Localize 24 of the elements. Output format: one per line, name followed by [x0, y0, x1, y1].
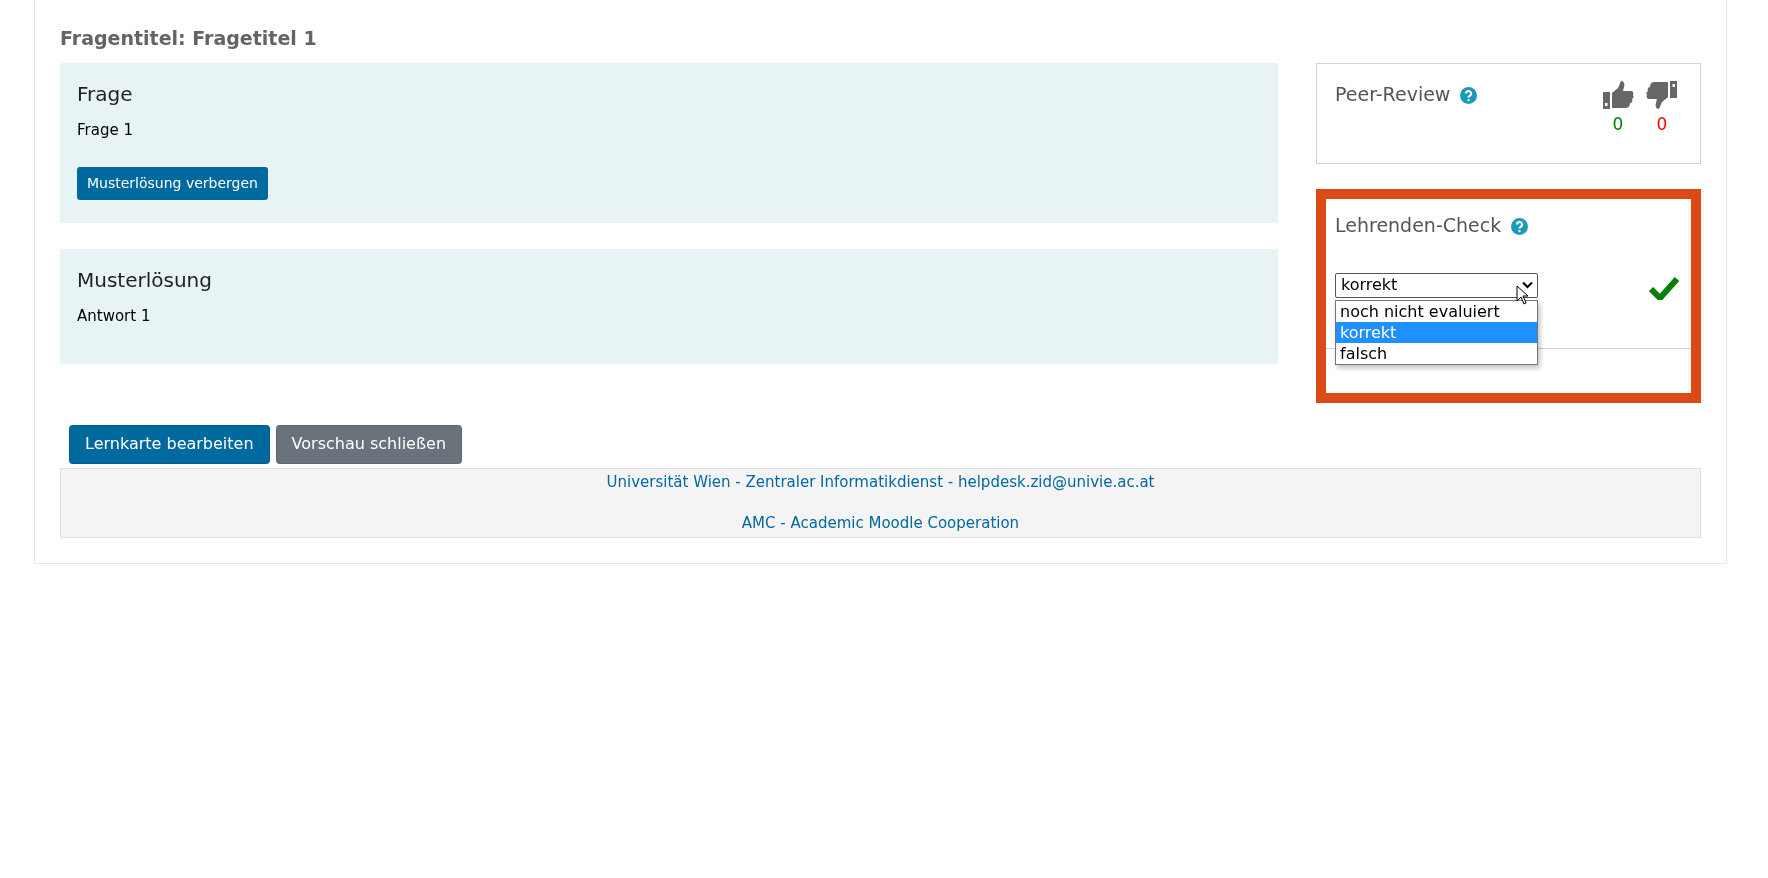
help-icon[interactable]: [1460, 86, 1478, 104]
section-text: Frage 1: [77, 119, 134, 141]
section-heading: Musterlösung: [77, 266, 213, 294]
checkmark-icon: [1649, 275, 1679, 300]
chevron-down-icon: [1522, 281, 1533, 289]
section-heading: Frage: [77, 80, 134, 108]
close-preview-button[interactable]: Vorschau schließen: [275, 424, 463, 464]
footer-link[interactable]: AMC - Academic Moodle Cooperation: [741, 512, 1020, 535]
hide-solution-button[interactable]: Musterlösung verbergen: [77, 167, 268, 200]
thumbs-up-icon[interactable]: [1602, 79, 1634, 110]
panel-title: Lehrenden-Check: [1335, 212, 1502, 238]
status-select[interactable]: korrekt: [1335, 272, 1538, 298]
panel-title: Peer-Review: [1335, 81, 1451, 107]
thumbs-down-icon[interactable]: [1646, 79, 1678, 110]
likes-count: 0: [1612, 112, 1624, 136]
edit-card-button[interactable]: Lernkarte bearbeiten: [69, 424, 270, 464]
page-title: Fragentitel: Fragetitel 1: [60, 26, 318, 51]
footer-link[interactable]: Universität Wien - Zentraler Informatikdienst - helpdesk.zid@univie.ac.at: [606, 470, 1155, 493]
dropdown-option[interactable]: falsch: [1336, 342, 1537, 364]
help-icon[interactable]: [1511, 217, 1529, 235]
section-text: Antwort 1: [77, 305, 152, 327]
dropdown-option[interactable]: noch nicht evaluiert: [1336, 300, 1537, 322]
dropdown-option[interactable]: korrekt: [1336, 321, 1537, 343]
dislikes-count: 0: [1656, 112, 1668, 136]
